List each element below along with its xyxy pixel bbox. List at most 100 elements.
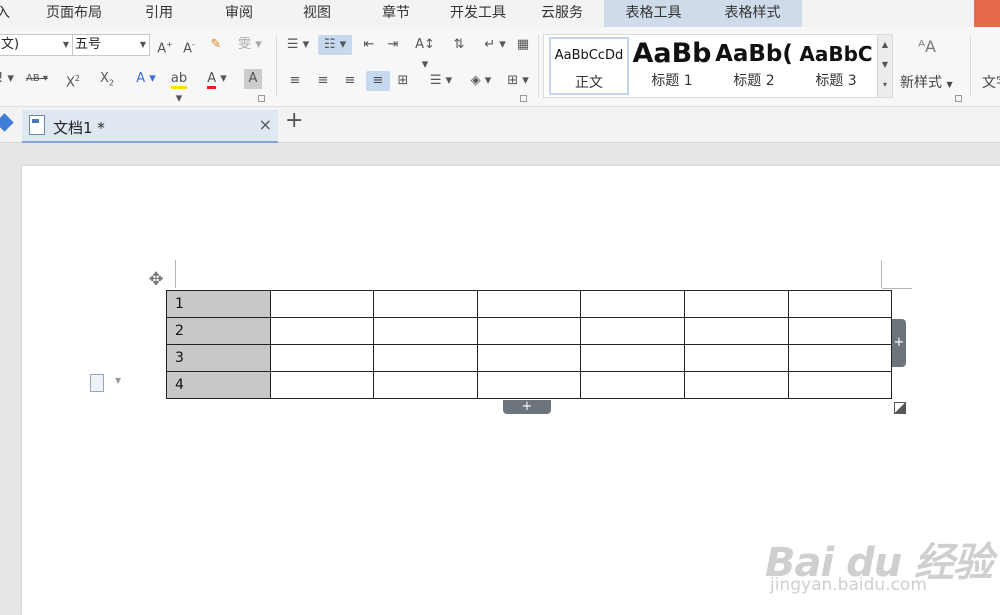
table-cell[interactable] — [269, 371, 375, 399]
style-heading-2[interactable]: AaBb( 标题 2 — [714, 37, 794, 95]
table-cell[interactable] — [683, 371, 789, 399]
align-right-icon[interactable]: ≡ — [341, 71, 359, 91]
table-cell[interactable] — [580, 290, 685, 318]
subscript-icon[interactable]: X2 — [98, 69, 116, 94]
distribute-icon[interactable]: ⊞ — [394, 71, 412, 91]
new-style-label: 新样式 — [900, 75, 942, 91]
new-style-button[interactable]: 新样式 ▼ — [900, 73, 953, 95]
table-cell[interactable] — [683, 317, 789, 345]
menu-chapter[interactable]: 章节 — [382, 0, 410, 27]
close-icon[interactable]: × — [259, 115, 272, 134]
table-cell[interactable]: 4 — [166, 371, 271, 399]
strikethrough-icon[interactable]: AB ▾ — [24, 69, 50, 89]
table-cell[interactable] — [476, 344, 582, 372]
table-cell[interactable] — [373, 317, 478, 345]
align-left-icon[interactable]: ≡ — [286, 71, 304, 91]
table-cell[interactable] — [683, 290, 789, 318]
menu-view[interactable]: 视图 — [303, 0, 331, 27]
shrink-font-icon[interactable]: A- — [180, 35, 198, 59]
document-tab[interactable]: 文档1 * × — [22, 110, 278, 143]
ribbon-separator — [538, 35, 539, 97]
table-cell[interactable] — [787, 317, 893, 345]
table-cell[interactable] — [580, 371, 685, 399]
table-cell[interactable]: 2 — [166, 317, 271, 345]
phonetic-icon[interactable]: 雯 ▾ — [235, 35, 265, 55]
sort-icon[interactable]: ⇅ — [450, 35, 468, 55]
styles-dialog-launcher[interactable] — [955, 95, 962, 102]
border-icon[interactable]: ⊞ ▾ — [503, 71, 533, 91]
numbered-list-icon[interactable]: ☷ ▾ — [318, 35, 352, 55]
underline-icon[interactable]: ! ▾ — [0, 69, 16, 89]
table-cell[interactable] — [269, 290, 375, 318]
table-cell[interactable] — [476, 290, 582, 318]
text-effect-icon[interactable]: A ▾ — [133, 69, 159, 89]
table-cell[interactable] — [373, 344, 478, 372]
table-cell[interactable] — [269, 344, 375, 372]
table-cell[interactable]: 3 — [166, 344, 271, 372]
shading-icon[interactable]: ◈ ▾ — [465, 71, 497, 91]
chevron-down-icon[interactable]: ▼ — [115, 376, 121, 385]
highlight-icon[interactable]: ab ▾ — [166, 69, 192, 109]
table-grid-icon[interactable]: ▦ — [514, 35, 532, 55]
show-marks-icon[interactable]: ↵ ▾ — [480, 35, 510, 55]
table-cell[interactable] — [580, 344, 685, 372]
table-cell[interactable] — [476, 371, 582, 399]
menu-insert[interactable]: 入 — [0, 0, 10, 27]
grow-font-icon[interactable]: A+ — [156, 35, 174, 59]
chevron-up-icon[interactable]: ▲ — [878, 35, 892, 55]
table-cell[interactable]: 1 — [166, 290, 271, 318]
increase-indent-icon[interactable]: ⇥ — [384, 35, 402, 55]
watermark: Bai du 经验 jingyan.baidu.com — [760, 515, 993, 600]
add-column-button[interactable]: + — [892, 319, 906, 367]
style-heading-3[interactable]: AaBbC 标题 3 — [796, 37, 876, 95]
superscript-icon[interactable]: X2 — [64, 69, 82, 93]
decrease-indent-icon[interactable]: ⇤ — [360, 35, 378, 55]
add-row-button[interactable]: + — [503, 400, 551, 414]
text-tools-button[interactable]: 文字 — [982, 73, 1000, 93]
chinese-layout-icon[interactable]: A↕ ▾ — [410, 35, 440, 75]
account-button[interactable] — [974, 0, 1000, 27]
menu-review[interactable]: 审阅 — [225, 0, 253, 27]
menu-table-tools[interactable]: 表格工具 — [604, 0, 703, 27]
style-gallery: AaBbCcDd 正文 AaBb 标题 1 AaBb( 标题 2 AaBbC 标… — [543, 34, 893, 98]
table-cell[interactable] — [269, 317, 375, 345]
justify-icon[interactable]: ≡ — [366, 71, 390, 91]
new-tab-button[interactable]: + — [285, 108, 303, 133]
table-resize-handle[interactable] — [894, 402, 906, 414]
line-spacing-icon[interactable]: ☰ ▾ — [426, 71, 456, 91]
bullet-list-icon[interactable]: ☰ ▾ — [284, 35, 312, 55]
menu-cloud[interactable]: 云服务 — [541, 0, 583, 27]
chevron-down-icon[interactable]: ▼ — [878, 55, 892, 75]
clear-format-icon[interactable]: ✎ — [207, 35, 225, 55]
font-name-select[interactable]: 文) ▼ — [0, 34, 73, 56]
char-shading-icon[interactable]: A — [244, 69, 262, 89]
menu-references[interactable]: 引用 — [145, 0, 173, 27]
menu-table-style[interactable]: 表格样式 — [703, 0, 802, 27]
document-tab-title: 文档1 * — [53, 119, 105, 137]
font-color-icon[interactable]: A ▾ — [203, 69, 231, 89]
table-cell[interactable] — [580, 317, 685, 345]
paragraph-dialog-launcher[interactable] — [520, 95, 527, 102]
table-cell[interactable] — [373, 290, 478, 318]
table-cell[interactable] — [787, 290, 893, 318]
document-table[interactable]: 1 2 3 4 — [166, 290, 893, 399]
paragraph-layout-icon[interactable] — [90, 374, 104, 392]
table-row: 3 — [166, 344, 893, 372]
align-center-icon[interactable]: ≡ — [314, 71, 332, 91]
table-move-icon[interactable]: ✥ — [146, 270, 166, 290]
menu-developer[interactable]: 开发工具 — [450, 0, 506, 27]
style-normal[interactable]: AaBbCcDd 正文 — [549, 37, 629, 95]
table-cell[interactable] — [476, 317, 582, 345]
expand-gallery-icon[interactable]: ▾ — [878, 75, 892, 95]
table-cell[interactable] — [787, 344, 893, 372]
font-size-select[interactable]: 五号 ▼ — [72, 34, 150, 56]
style-gallery-scroll[interactable]: ▲ ▼ ▾ — [877, 35, 892, 97]
table-cell[interactable] — [683, 344, 789, 372]
cube-icon[interactable] — [0, 113, 14, 132]
style-label: 标题 1 — [651, 73, 693, 89]
style-heading-1[interactable]: AaBb 标题 1 — [632, 37, 712, 95]
menu-page-layout[interactable]: 页面布局 — [46, 0, 102, 27]
table-cell[interactable] — [787, 371, 893, 399]
table-cell[interactable] — [373, 371, 478, 399]
font-dialog-launcher[interactable] — [258, 95, 265, 102]
